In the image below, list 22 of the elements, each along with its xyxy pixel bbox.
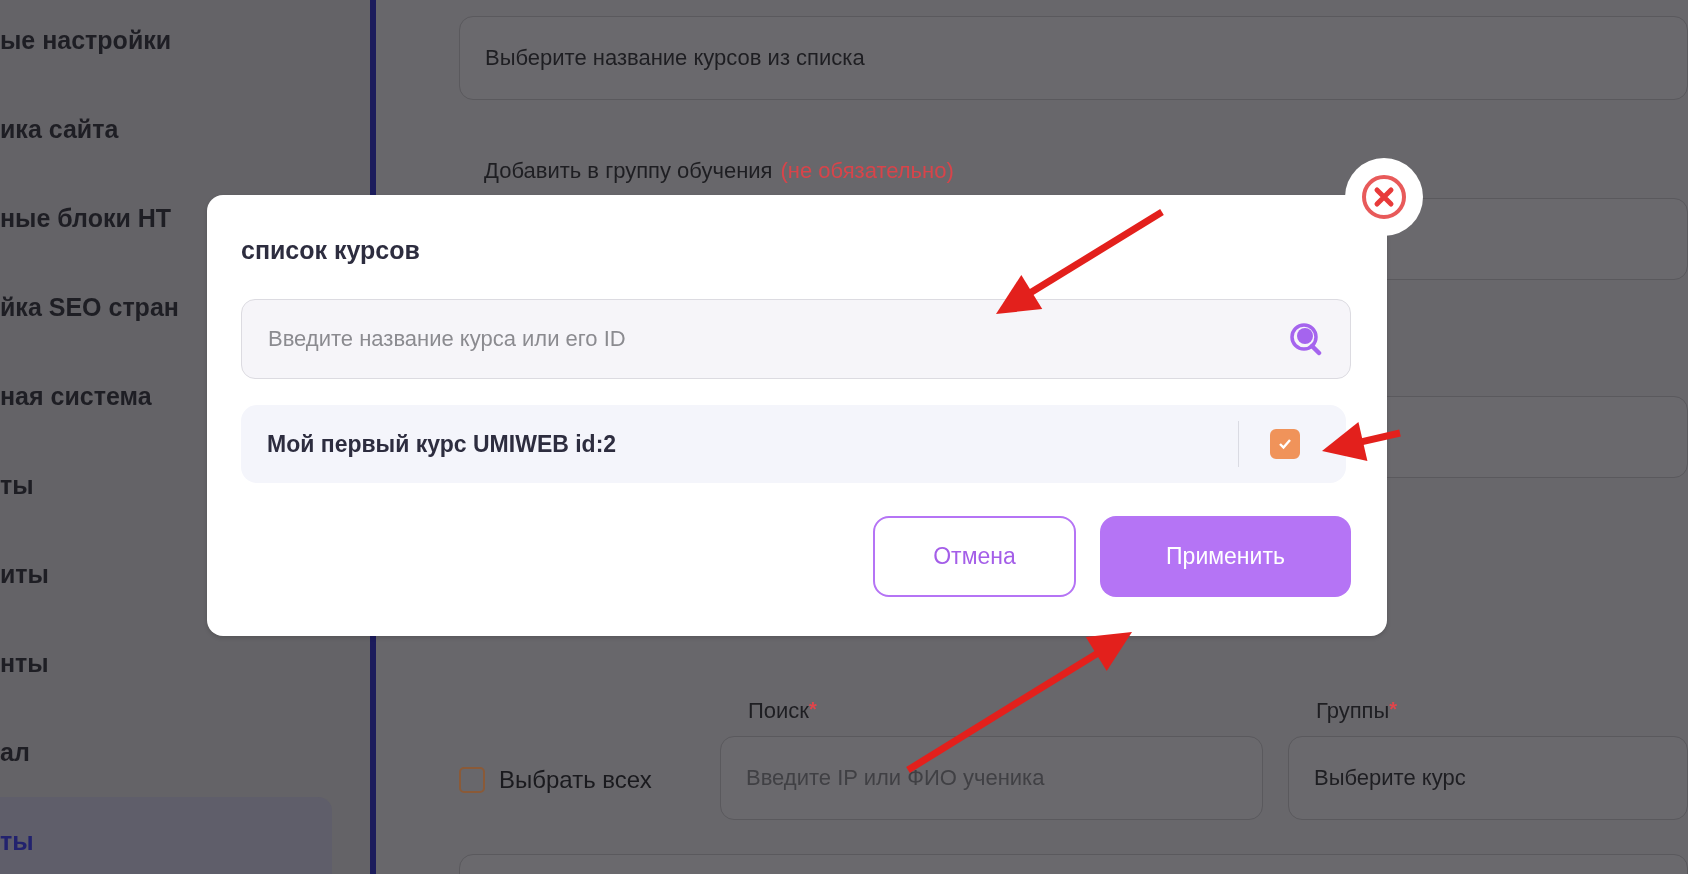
sidebar-item[interactable]: нты xyxy=(0,619,332,708)
sidebar-item[interactable]: ые настройки xyxy=(0,0,332,85)
sidebar-item[interactable]: ал xyxy=(0,708,332,797)
close-icon xyxy=(1360,173,1408,221)
field-label: Группы* xyxy=(1316,698,1399,724)
sidebar-item[interactable]: ика сайта xyxy=(0,85,332,174)
course-name: Мой первый курс UMIWEB id:2 xyxy=(267,430,618,458)
field-label: Добавить в группу обучения xyxy=(484,158,773,184)
checkbox-label: Выбрать всех xyxy=(499,765,652,794)
course-item[interactable]: Мой первый курс UMIWEB id:2 xyxy=(241,405,1346,483)
courses-select[interactable]: Выберите название курсов из списка xyxy=(459,16,1688,100)
field-label: Поиск* xyxy=(748,698,818,724)
checkbox[interactable] xyxy=(1270,429,1300,459)
cancel-button[interactable]: Отмена xyxy=(873,516,1076,597)
modal-title: список курсов xyxy=(241,235,421,265)
sidebar-item[interactable]: ты xyxy=(0,797,332,874)
check-icon xyxy=(1278,438,1292,450)
group-select[interactable]: Выберите курс xyxy=(1288,736,1688,820)
apply-button[interactable]: Применить xyxy=(1100,516,1351,597)
optional-note: (не обязательно) xyxy=(780,158,954,184)
search-icon xyxy=(1289,322,1323,356)
checkbox[interactable] xyxy=(459,766,485,793)
